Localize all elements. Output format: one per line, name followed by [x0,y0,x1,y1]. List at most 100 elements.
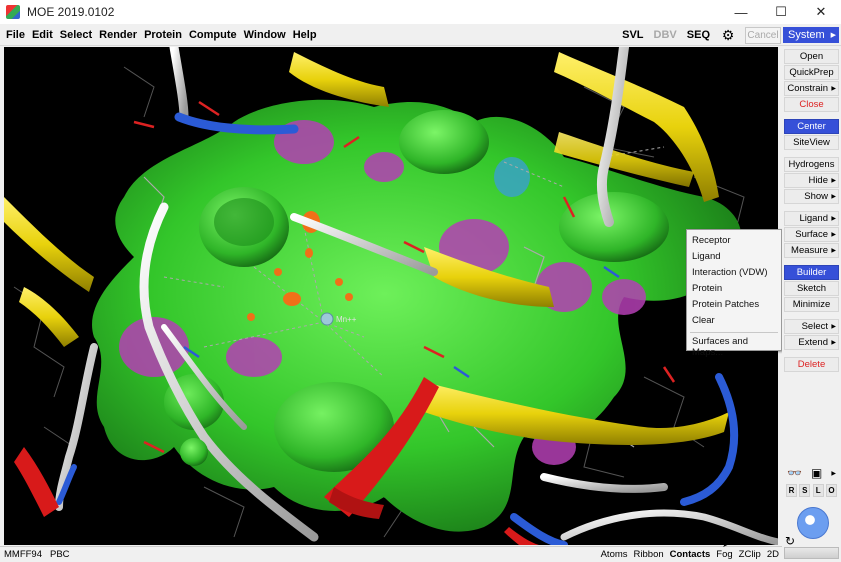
triangle-right-icon: ▶ [831,216,836,222]
menu-item-receptor[interactable]: Receptor [692,235,731,246]
maximize-button[interactable]: ☐ [761,0,801,24]
select-label: Select [801,321,828,332]
menu-item-interaction-vdw[interactable]: Interaction (VDW) [692,267,768,278]
stereo-glasses-icon[interactable]: 👓 [787,466,802,480]
zclip-toggle[interactable]: ZClip [736,549,764,560]
moe-app-icon [6,5,20,19]
triangle-right-icon: ▶ [831,340,836,346]
mn-atom [320,312,334,326]
mouse-cursor-icon: ➤ [722,539,731,550]
dbv-button[interactable]: DBV [654,29,677,41]
close-button[interactable]: Close [784,97,839,112]
progress-bar [784,547,839,559]
builder-label: Builder [796,267,827,278]
constrain-button[interactable]: Constrain ▶ [784,81,839,96]
view-key-s[interactable]: S [799,484,811,497]
menu-edit[interactable]: Edit [29,29,56,41]
menu-item-surfaces-and-maps[interactable]: Surfaces and Maps... [692,336,781,358]
rotate-icon[interactable]: ↻ [785,534,795,548]
menu-bar: File Edit Select Render Protein Compute … [0,24,841,46]
sketch-label: Sketch [796,283,827,294]
menu-compute[interactable]: Compute [186,29,240,41]
ribbon-toggle[interactable]: Ribbon [631,549,667,560]
triangle-right-icon: ▶ [831,232,836,238]
view-key-r[interactable]: R [786,484,797,497]
triangle-right-icon: ▶ [831,248,836,254]
triangle-right-icon: ▶ [831,470,836,477]
measure-label: Measure [791,245,828,256]
ligand-button[interactable]: Ligand ▶ [784,211,839,226]
menu-separator [690,332,778,333]
2d-toggle[interactable]: 2D [764,549,782,560]
hide-button[interactable]: Hide ▶ [784,173,839,188]
contacts-toggle[interactable]: Contacts [667,549,714,560]
view-key-l[interactable]: L [812,484,824,497]
ligand-label: Ligand [799,213,828,224]
minimize-label: Minimize [792,299,831,310]
menu-render[interactable]: Render [96,29,140,41]
atoms-toggle[interactable]: Atoms [598,549,631,560]
menu-file[interactable]: File [3,29,28,41]
screen-icon[interactable]: ▣ [811,466,822,480]
triangle-right-icon: ▶ [831,194,836,200]
siteview-button[interactable]: SiteView [784,135,839,150]
minimize-structure-button[interactable]: Minimize [784,297,839,312]
title-bar: MOE 2019.0102 — ☐ ✕ [0,0,841,24]
cancel-button[interactable]: Cancel [745,26,781,44]
svl-button[interactable]: SVL [622,29,643,41]
right-button-panel: Open QuickPrep Constrain ▶ Close Center S… [782,47,841,562]
menu-item-clear[interactable]: Clear [692,315,715,326]
view-key-o[interactable]: O [825,484,837,497]
gear-icon[interactable]: ⚙ [721,27,735,43]
show-button[interactable]: Show ▶ [784,189,839,204]
view-icons-row: 👓 ▣ ▶ [784,464,839,482]
minimize-button[interactable]: — [721,0,761,24]
measure-button[interactable]: Measure ▶ [784,243,839,258]
status-bar: MMFF94 PBC Atoms Ribbon Contacts Fog ZCl… [0,546,782,562]
window-controls: — ☐ ✕ [721,0,841,24]
siteview-label: SiteView [793,137,830,148]
surface-button[interactable]: Surface ▶ [784,227,839,242]
extend-label: Extend [798,337,828,348]
window-title: MOE 2019.0102 [27,5,115,19]
system-button[interactable]: System ▶ [783,27,839,43]
hydrogens-button[interactable]: Hydrogens [784,157,839,172]
select-button[interactable]: Select ▶ [784,319,839,334]
menu-item-protein-patches[interactable]: Protein Patches [692,299,759,310]
rotation-globe-icon[interactable] [797,507,829,539]
quickprep-button[interactable]: QuickPrep [784,65,839,80]
menu-help[interactable]: Help [290,29,320,41]
hydrogens-label: Hydrogens [788,159,835,170]
close-window-button[interactable]: ✕ [801,0,841,24]
menu-window[interactable]: Window [241,29,289,41]
center-button[interactable]: Center [784,119,839,134]
quickprep-label: QuickPrep [789,67,834,78]
view-mode-keys: R S L O [784,484,839,498]
extend-button[interactable]: Extend ▶ [784,335,839,350]
close-label: Close [799,99,824,110]
system-label: System [788,29,825,41]
surface-dropdown-menu: Receptor Ligand Interaction (VDW) Protei… [686,229,782,358]
menu-protein[interactable]: Protein [141,29,185,41]
builder-button[interactable]: Builder [784,265,839,280]
menu-item-protein[interactable]: Protein [692,283,722,294]
molecular-viewport[interactable]: Mn++ [4,47,778,545]
mn-atom-label: Mn++ [336,315,357,324]
triangle-right-icon: ▶ [831,178,836,184]
forcefield-label[interactable]: MMFF94 [0,549,46,560]
open-button[interactable]: Open [784,49,839,64]
sketch-button[interactable]: Sketch [784,281,839,296]
surface-label: Surface [795,229,828,240]
molecule-render: Mn++ [4,47,778,545]
triangle-right-icon: ▶ [830,32,836,39]
menu-select[interactable]: Select [57,29,95,41]
pbc-label[interactable]: PBC [46,549,74,560]
open-label: Open [799,51,824,62]
constrain-label: Constrain [787,83,828,94]
toolbar-right: SVL DBV SEQ ⚙ Cancel [617,24,781,46]
seq-button[interactable]: SEQ [687,29,710,41]
center-label: Center [797,121,826,132]
menu-item-ligand[interactable]: Ligand [692,251,721,262]
delete-button[interactable]: Delete [784,357,839,372]
fog-toggle[interactable]: Fog [713,549,735,560]
